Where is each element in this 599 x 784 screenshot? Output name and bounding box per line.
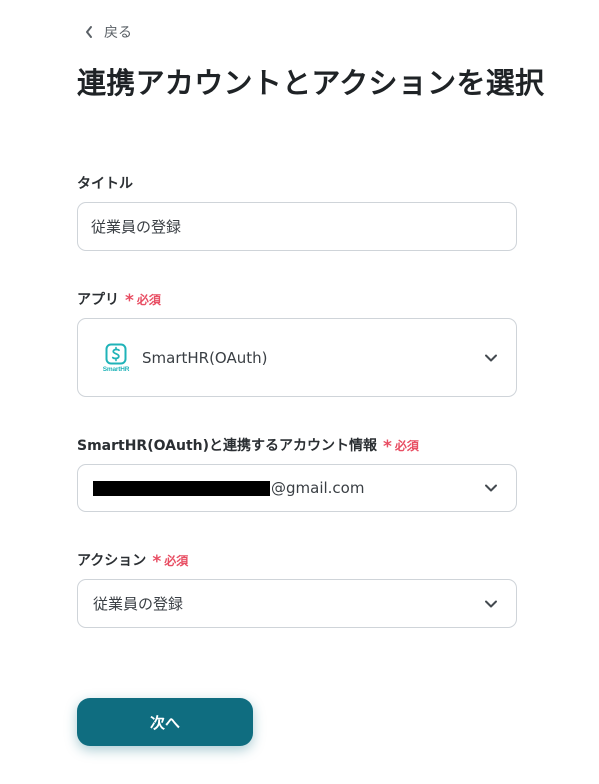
required-badge: * 必須 <box>152 551 189 572</box>
smarthr-logo-text: SmartHR <box>102 365 130 373</box>
title-input[interactable]: 従業員の登録 <box>77 202 517 251</box>
app-field-label: アプリ * 必須 <box>77 289 161 309</box>
back-label: 戻る <box>104 25 132 41</box>
action-label-text: アクション <box>77 553 147 569</box>
action-field-label: アクション * 必須 <box>77 550 188 570</box>
title-input-value: 従業員の登録 <box>91 218 182 236</box>
app-select-value: SmartHR(OAuth) <box>142 348 268 367</box>
page-title: 連携アカウントとアクションを選択 <box>77 66 545 100</box>
title-label-text: タイトル <box>77 176 133 192</box>
account-email-suffix: @gmail.com <box>271 479 365 497</box>
action-select[interactable]: 従業員の登録 <box>77 579 517 628</box>
chevron-down-icon <box>485 484 497 492</box>
chevron-left-icon <box>84 24 96 40</box>
chevron-down-icon <box>485 600 497 607</box>
required-asterisk-icon: * <box>125 290 134 311</box>
smarthr-logo-icon: SmartHR <box>101 343 131 373</box>
required-badge: * 必須 <box>125 290 161 311</box>
action-select-value: 従業員の登録 <box>93 595 184 613</box>
account-select[interactable]: @gmail.com <box>77 464 517 512</box>
title-field-label: タイトル <box>77 173 133 193</box>
app-select[interactable]: SmartHR SmartHR(OAuth) <box>77 318 517 397</box>
account-label-text: SmartHR(OAuth)と連携するアカウント情報 <box>77 438 377 454</box>
back-link[interactable]: 戻る <box>84 22 132 42</box>
account-field-label: SmartHR(OAuth)と連携するアカウント情報 * 必須 <box>77 435 419 455</box>
required-asterisk-icon: * <box>152 551 162 572</box>
required-text: 必須 <box>394 438 419 453</box>
next-button[interactable]: 次へ <box>77 698 253 746</box>
redacted-email-block <box>93 480 270 496</box>
app-label-text: アプリ <box>77 292 119 308</box>
chevron-down-icon <box>485 354 497 361</box>
required-asterisk-icon: * <box>383 436 392 457</box>
required-text: 必須 <box>164 553 189 568</box>
required-text: 必須 <box>136 292 161 307</box>
required-badge: * 必須 <box>383 436 419 457</box>
